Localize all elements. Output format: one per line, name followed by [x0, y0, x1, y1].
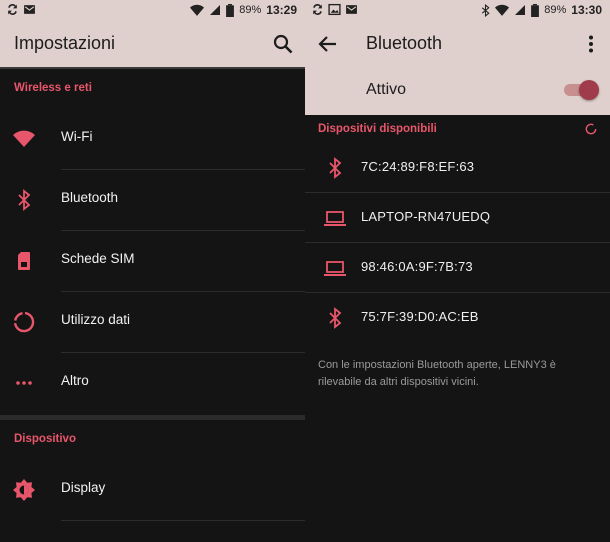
settings-item-bluetooth[interactable]: Bluetooth [0, 170, 305, 231]
bluetooth-icon [329, 307, 342, 329]
wifi-icon [13, 130, 35, 147]
visibility-note: Con le impostazioni Bluetooth aperte, LE… [318, 359, 556, 388]
sync-icon [8, 4, 17, 15]
settings-item-label: Bluetooth [61, 190, 119, 205]
battery-level: 89% [239, 4, 262, 16]
battery-icon [531, 3, 540, 17]
device-item[interactable]: LAPTOP-RN47UEDQ [305, 193, 610, 243]
battery-level: 89% [544, 4, 567, 16]
settings-screen: 89% 13:29 Impostazioni Wireless e reti W… [0, 0, 305, 542]
device-item[interactable]: 98:46:0A:9F:7B:73 [305, 243, 610, 293]
toggle-label: Attivo [366, 81, 407, 98]
laptop-icon [324, 261, 346, 276]
device-name: 75:7F:39:D0:AC:EB [361, 309, 479, 324]
brightness-icon [13, 479, 35, 501]
bluetooth-toggle-row[interactable]: Attivo [305, 67, 610, 115]
wifi-signal-icon [190, 4, 205, 16]
clock: 13:29 [266, 3, 297, 17]
section-header-wireless: Wireless e reti [14, 82, 92, 94]
device-name: LAPTOP-RN47UEDQ [361, 209, 491, 224]
bluetooth-status-icon [482, 3, 490, 17]
data-usage-icon [13, 311, 35, 333]
settings-item-label: Utilizzo dati [61, 312, 131, 327]
available-devices-header: Dispositivi disponibili [305, 115, 610, 143]
bluetooth-switch[interactable] [564, 80, 599, 100]
status-bar: 89% 13:29 [0, 0, 305, 21]
bluetooth-icon [329, 157, 342, 179]
app-bar: Bluetooth [305, 21, 610, 67]
app-bar: Impostazioni [0, 21, 305, 67]
device-name: 98:46:0A:9F:7B:73 [361, 259, 473, 274]
section-header-label: Dispositivi disponibili [318, 123, 437, 135]
page-title: Impostazioni [14, 33, 116, 53]
bluetooth-icon [18, 189, 31, 211]
gmail-icon [346, 5, 357, 14]
gmail-icon [24, 5, 35, 14]
device-name: 7C:24:89:F8:EF:63 [361, 159, 475, 174]
battery-icon [226, 3, 235, 17]
image-icon [328, 3, 341, 16]
search-icon[interactable] [271, 32, 295, 56]
settings-item-display[interactable]: Display [0, 460, 305, 521]
cell-signal-icon [210, 5, 221, 15]
settings-item-more[interactable]: Altro [0, 353, 305, 414]
status-bar: 89% 13:30 [305, 0, 610, 21]
settings-item-wifi[interactable]: Wi-Fi [0, 109, 305, 170]
divider [61, 520, 305, 521]
more-icon [16, 381, 32, 385]
laptop-icon [324, 211, 346, 226]
settings-item-data-usage[interactable]: Utilizzo dati [0, 292, 305, 353]
loading-spinner-icon [585, 123, 597, 135]
settings-item-label: Wi-Fi [61, 129, 93, 144]
switch-thumb [579, 80, 599, 100]
device-item[interactable]: 75:7F:39:D0:AC:EB [305, 293, 610, 343]
page-title: Bluetooth [366, 33, 443, 53]
clock: 13:30 [571, 3, 602, 17]
settings-item-sim[interactable]: Schede SIM [0, 231, 305, 292]
settings-item-label: Display [61, 480, 106, 495]
section-header-device: Dispositivo [14, 433, 76, 445]
settings-item-label: Altro [61, 373, 89, 388]
bluetooth-screen: 89% 13:30 Bluetooth Attivo Dispositivi d… [305, 0, 610, 542]
settings-item-label: Schede SIM [61, 251, 135, 266]
wifi-signal-icon [495, 4, 510, 16]
cell-signal-icon [515, 5, 526, 15]
sim-card-icon [18, 252, 30, 270]
overflow-menu-icon[interactable] [579, 32, 603, 56]
device-item[interactable]: 7C:24:89:F8:EF:63 [305, 143, 610, 193]
back-arrow-icon[interactable] [316, 32, 340, 56]
sync-icon [313, 4, 322, 15]
